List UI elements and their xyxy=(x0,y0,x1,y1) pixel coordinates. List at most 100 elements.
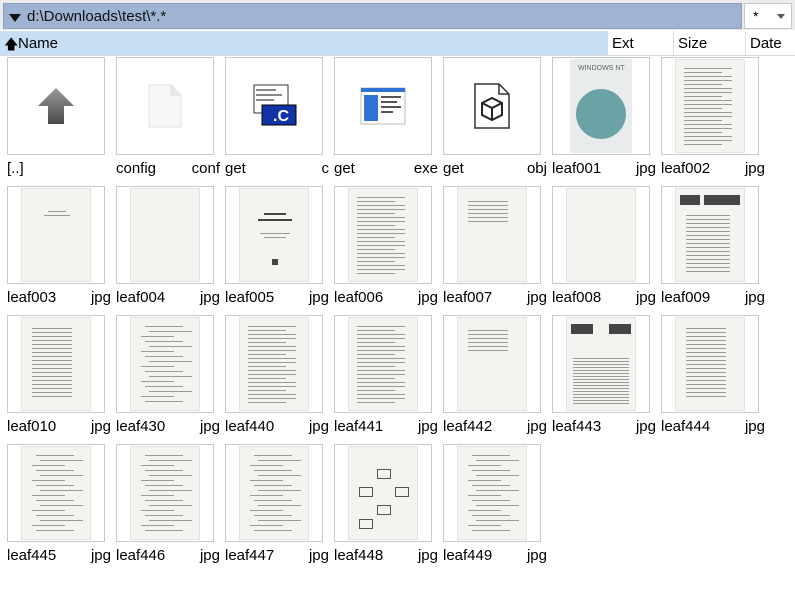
executable-file-icon xyxy=(360,87,406,125)
file-thumbnail[interactable] xyxy=(334,57,432,155)
file-thumbnail[interactable] xyxy=(116,444,214,542)
file-tile[interactable]: leaf004 jpg xyxy=(109,184,220,313)
file-thumbnail[interactable] xyxy=(334,186,432,284)
file-thumbnail[interactable] xyxy=(225,186,323,284)
object-file-icon xyxy=(474,83,510,129)
file-tile[interactable]: leaf005 jpg xyxy=(218,184,329,313)
column-size-label: Size xyxy=(678,35,708,52)
file-name: leaf002 xyxy=(661,160,711,177)
filter-dropdown[interactable]: * xyxy=(744,3,792,29)
file-thumbnail[interactable] xyxy=(7,444,105,542)
file-tile[interactable]: leaf430 jpg xyxy=(109,313,220,442)
path-text[interactable]: d:\Downloads\test\*.* xyxy=(27,8,166,25)
file-ext: jpg xyxy=(635,418,656,435)
file-tile[interactable]: leaf010 jpg xyxy=(0,313,111,442)
file-thumbnail[interactable] xyxy=(225,444,323,542)
file-thumbnail[interactable] xyxy=(443,315,541,413)
image-preview xyxy=(239,446,309,540)
file-tile[interactable]: leaf447 jpg xyxy=(218,442,329,571)
file-tile[interactable]: leaf007 jpg xyxy=(436,184,547,313)
file-thumbnail[interactable] xyxy=(552,186,650,284)
file-tile[interactable]: get exe xyxy=(327,55,438,184)
file-name: leaf005 xyxy=(225,289,275,306)
file-ext: jpg xyxy=(308,547,329,564)
file-thumbnail[interactable] xyxy=(443,186,541,284)
file-thumbnail[interactable] xyxy=(116,315,214,413)
file-name: leaf003 xyxy=(7,289,57,306)
file-tile[interactable]: get obj xyxy=(436,55,547,184)
file-tile[interactable]: leaf003 jpg xyxy=(0,184,111,313)
image-preview xyxy=(348,446,418,540)
file-tile[interactable]: leaf006 jpg xyxy=(327,184,438,313)
image-preview xyxy=(130,317,200,411)
file-thumbnail[interactable] xyxy=(7,57,105,155)
file-tile[interactable]: leaf442 jpg xyxy=(436,313,547,442)
file-name: leaf001 xyxy=(552,160,602,177)
file-name: leaf445 xyxy=(7,547,57,564)
image-preview xyxy=(675,188,745,282)
file-thumbnail[interactable] xyxy=(443,444,541,542)
column-name-label: Name xyxy=(18,35,59,52)
file-thumbnail[interactable] xyxy=(7,315,105,413)
file-ext: jpg xyxy=(417,289,438,306)
file-ext: exe xyxy=(413,160,438,177)
file-ext: obj xyxy=(526,160,547,177)
column-ext[interactable]: Ext xyxy=(607,31,673,55)
file-thumbnail[interactable] xyxy=(334,444,432,542)
file-tile[interactable]: leaf446 jpg xyxy=(109,442,220,571)
file-thumbnail[interactable]: .C xyxy=(225,57,323,155)
file-thumbnail[interactable] xyxy=(443,57,541,155)
file-thumbnail[interactable] xyxy=(552,315,650,413)
file-ext: jpg xyxy=(90,289,111,306)
file-ext: jpg xyxy=(199,289,220,306)
parent-folder-icon xyxy=(38,88,74,124)
file-ext: jpg xyxy=(744,160,765,177)
file-thumbnail[interactable] xyxy=(334,315,432,413)
file-thumbnail[interactable] xyxy=(116,186,214,284)
file-name: leaf430 xyxy=(116,418,166,435)
file-tile[interactable]: leaf002 jpg xyxy=(654,55,765,184)
column-date[interactable]: Date xyxy=(745,31,795,55)
file-thumbnail[interactable] xyxy=(661,315,759,413)
file-ext: jpg xyxy=(417,418,438,435)
file-tile[interactable]: leaf443 jpg xyxy=(545,313,656,442)
file-tile[interactable]: leaf009 jpg xyxy=(654,184,765,313)
file-tile[interactable]: leaf444 jpg xyxy=(654,313,765,442)
file-tile[interactable]: [..] xyxy=(0,55,109,184)
chevron-down-icon[interactable] xyxy=(777,14,785,19)
file-thumbnail[interactable] xyxy=(7,186,105,284)
column-size[interactable]: Size xyxy=(673,31,745,55)
file-tile[interactable]: config conf xyxy=(109,55,220,184)
file-tile[interactable]: leaf445 jpg xyxy=(0,442,111,571)
collapse-arrow-icon[interactable] xyxy=(9,14,21,22)
path-bar: d:\Downloads\test\*.* * xyxy=(0,0,795,30)
file-name: leaf443 xyxy=(552,418,602,435)
file-name: get xyxy=(225,160,246,177)
file-thumbnail[interactable]: WINDOWS NT xyxy=(552,57,650,155)
file-name: [..] xyxy=(7,160,24,177)
column-name[interactable]: 🡅 Name xyxy=(0,31,607,55)
file-tile[interactable]: leaf008 jpg xyxy=(545,184,656,313)
file-thumbnail[interactable] xyxy=(661,57,759,155)
file-tile[interactable]: leaf441 jpg xyxy=(327,313,438,442)
file-ext: jpg xyxy=(90,418,111,435)
file-name: get xyxy=(334,160,355,177)
file-tile[interactable]: leaf448 jpg xyxy=(327,442,438,571)
file-ext: jpg xyxy=(635,160,656,177)
file-ext: jpg xyxy=(199,418,220,435)
filter-value: * xyxy=(753,8,759,24)
file-ext: jpg xyxy=(90,547,111,564)
file-name: leaf008 xyxy=(552,289,602,306)
file-tile[interactable]: leaf440 jpg xyxy=(218,313,329,442)
file-tile[interactable]: WINDOWS NT leaf001 jpg xyxy=(545,55,656,184)
image-preview xyxy=(457,446,527,540)
file-name: leaf440 xyxy=(225,418,275,435)
file-thumbnail[interactable] xyxy=(116,57,214,155)
file-name: leaf006 xyxy=(334,289,384,306)
file-thumbnail[interactable] xyxy=(225,315,323,413)
file-thumbnail[interactable] xyxy=(661,186,759,284)
file-tile[interactable]: leaf449 jpg xyxy=(436,442,547,571)
path-field[interactable]: d:\Downloads\test\*.* xyxy=(3,3,742,29)
file-tile[interactable]: .C get c xyxy=(218,55,329,184)
file-ext: jpg xyxy=(526,289,547,306)
